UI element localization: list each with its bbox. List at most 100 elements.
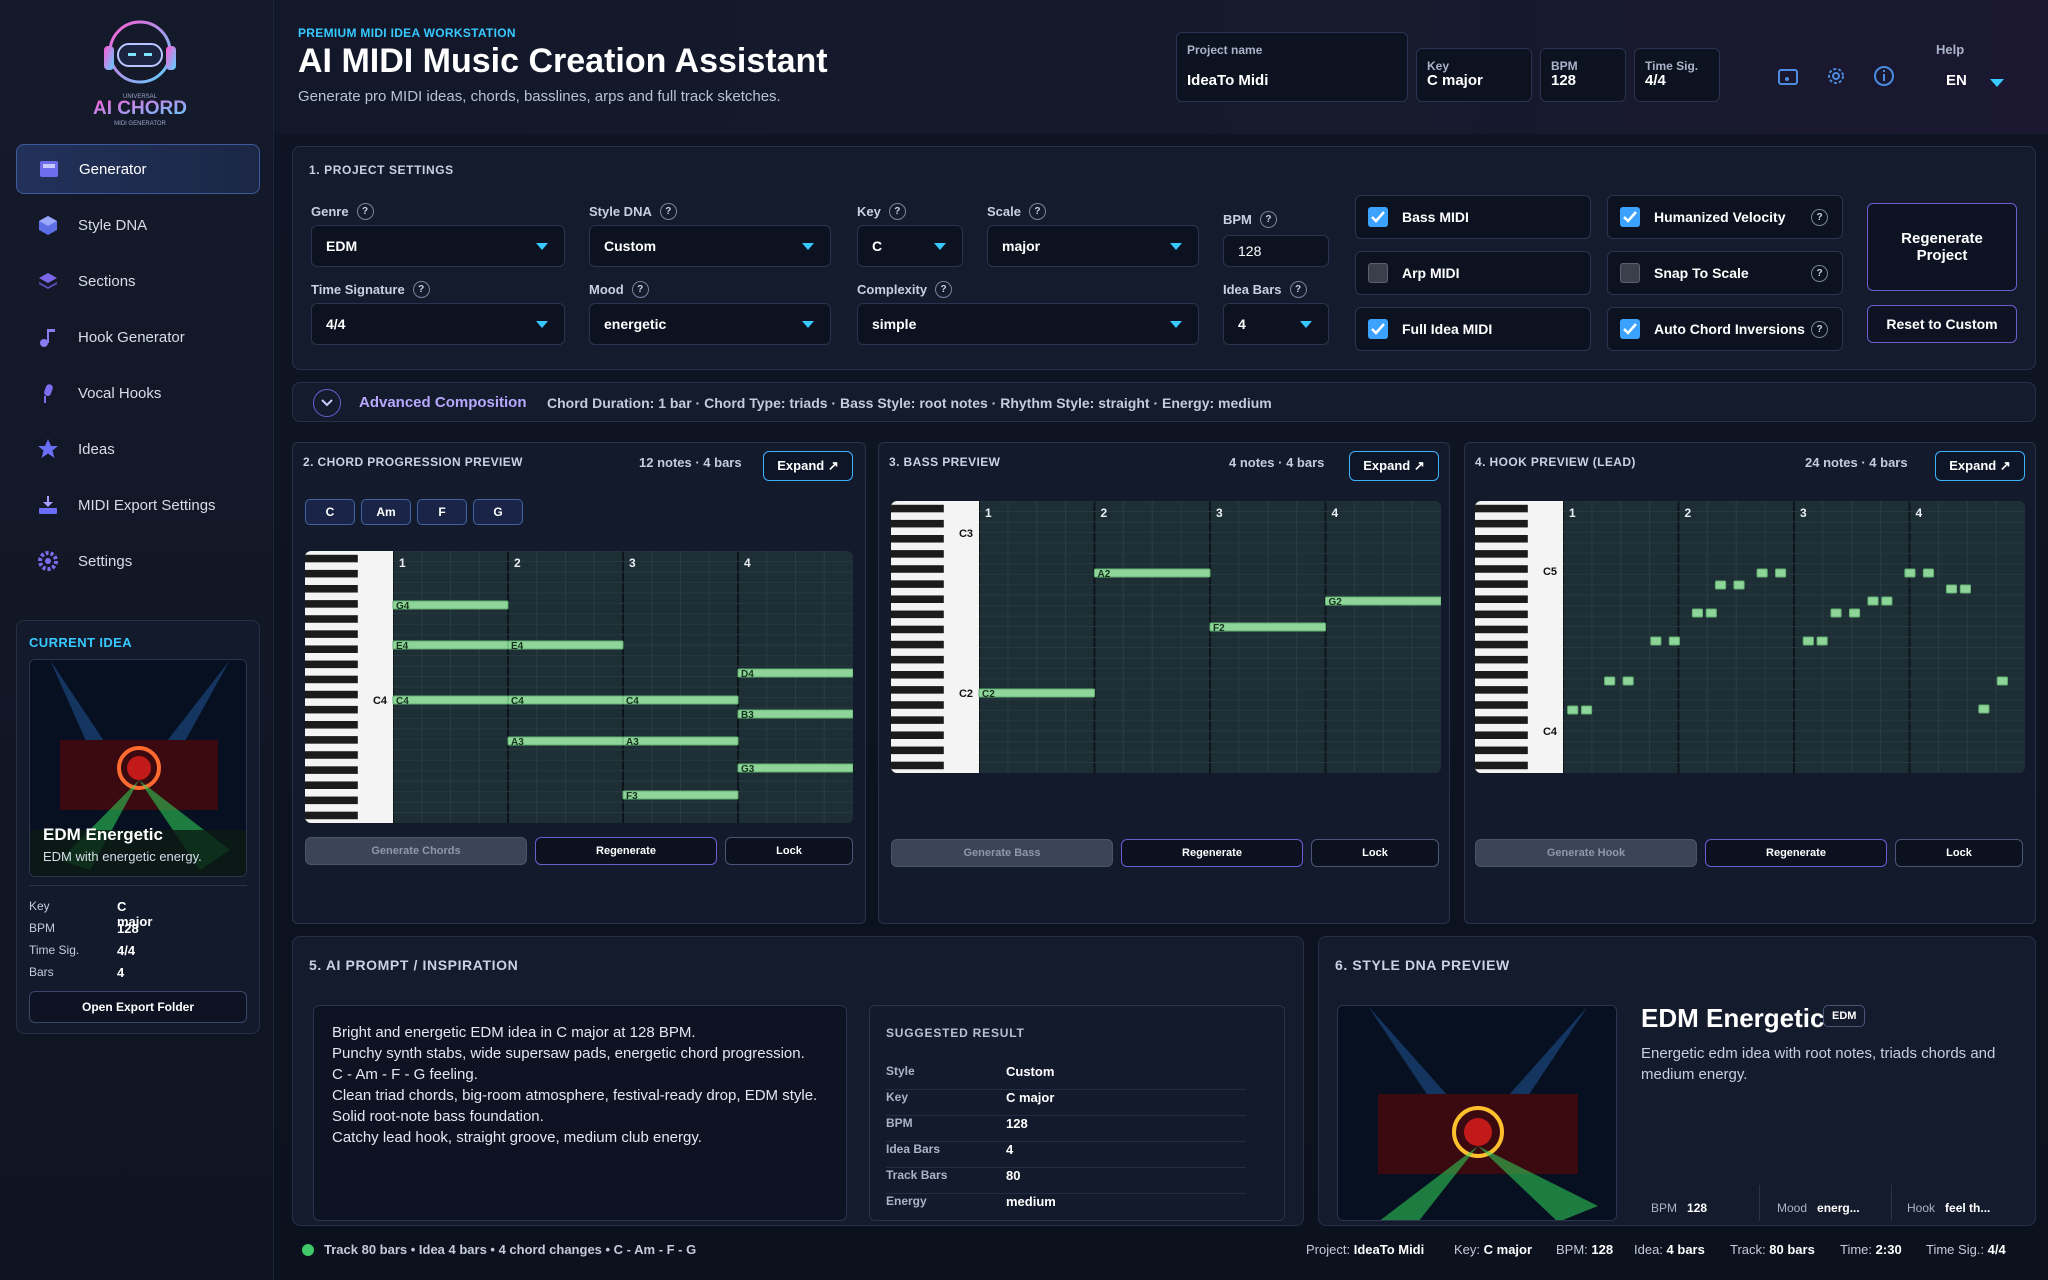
language-select[interactable]: EN [1946, 72, 1967, 89]
scale-select[interactable]: major [987, 225, 1199, 267]
reset-to-custom-button[interactable]: Reset to Custom [1867, 305, 2017, 343]
genre-select[interactable]: EDM [311, 225, 565, 267]
full-idea-midi-checkbox[interactable]: Full Idea MIDI [1355, 307, 1591, 351]
regenerate-hook-button[interactable]: Regenerate [1705, 839, 1887, 867]
header-bpm-field[interactable]: BPM 128 [1540, 48, 1626, 102]
bpm-input[interactable]: 128 [1223, 235, 1329, 267]
prompt-textarea[interactable]: Bright and energetic EDM idea in C major… [313, 1005, 847, 1221]
header-time-sig-field[interactable]: Time Sig. 4/4 [1634, 48, 1720, 102]
chord-chip-am[interactable]: Am [361, 499, 411, 525]
suggested-bpm-row: BPM 128 [886, 1116, 1246, 1142]
regenerate-chords-button[interactable]: Regenerate [535, 837, 717, 865]
help-icon[interactable]: ? [1259, 211, 1277, 228]
regenerate-project-button[interactable]: Regenerate Project [1867, 203, 2017, 291]
divider [1759, 1185, 1760, 1221]
lock-bass-button[interactable]: Lock [1311, 839, 1439, 867]
expand-hook-button[interactable]: Expand ↗ [1935, 451, 2025, 481]
octave-label: C2 [959, 688, 973, 700]
midi-note [1580, 705, 1593, 715]
chord-chip-c[interactable]: C [305, 499, 355, 525]
generate-hook-button[interactable]: Generate Hook [1475, 839, 1697, 867]
header-key-field[interactable]: Key C major [1416, 48, 1532, 102]
auto-chord-inversions-checkbox[interactable]: Auto Chord Inversions? [1607, 307, 1843, 351]
info-icon[interactable] [1872, 64, 1896, 88]
bass-midi-checkbox[interactable]: Bass MIDI [1355, 195, 1591, 239]
app-window: UNIVERSAL AI CHORD MIDI GENERATOR Genera… [0, 0, 2048, 1280]
idea-bars-select[interactable]: 4 [1223, 303, 1329, 345]
help-icon[interactable]: ? [659, 203, 677, 220]
chord-piano-roll[interactable]: 1 2 3 4 C4 G4 E4 E4 C4 C4 C4 A3 A3 D4 B3 G3 F3 [305, 551, 853, 823]
bass-piano-roll[interactable]: 1 2 3 4 C3 C2 C2 A2 F2 G2 [891, 501, 1441, 773]
sidebar-item-generator[interactable]: Generator [16, 144, 260, 194]
generate-bass-button[interactable]: Generate Bass [891, 839, 1113, 867]
chevron-down-icon[interactable] [1990, 79, 2004, 87]
lock-chords-button[interactable]: Lock [725, 837, 853, 865]
chord-chip-g[interactable]: G [473, 499, 523, 525]
divider [1891, 1185, 1892, 1221]
help-icon[interactable]: ? [631, 281, 649, 298]
sidebar-item-ideas[interactable]: Ideas [16, 424, 260, 474]
midi-note [1094, 568, 1211, 578]
hook-piano-roll[interactable]: 1 2 3 4 C5 C4 [1475, 501, 2025, 773]
advanced-composition-bar[interactable]: Advanced Composition Chord Duration: 1 b… [292, 382, 2036, 422]
midi-note-label: A3 [511, 737, 524, 748]
chevron-down-icon[interactable] [313, 389, 341, 417]
help-icon[interactable]: ? [888, 203, 906, 220]
sidebar-item-hook-generator[interactable]: Hook Generator [16, 312, 260, 362]
time-signature-select[interactable]: 4/4 [311, 303, 565, 345]
help-icon[interactable]: ? [1289, 281, 1307, 298]
help-icon[interactable]: ? [1811, 320, 1828, 338]
ai-prompt-heading: 5. AI PROMPT / INSPIRATION [309, 957, 519, 973]
chord-progression-heading: 2. CHORD PROGRESSION PREVIEW [303, 455, 523, 469]
project-name-field[interactable]: Project name IdeaTo Midi [1176, 32, 1408, 102]
sidebar-item-label: Sections [78, 272, 136, 290]
help-icon[interactable]: ? [1811, 208, 1828, 226]
folder-music-icon[interactable] [1776, 64, 1800, 88]
midi-note [1867, 596, 1879, 606]
black-key [305, 721, 358, 729]
help-icon[interactable]: ? [1811, 264, 1828, 282]
sidebar-item-sections[interactable]: Sections [16, 256, 260, 306]
snap-to-scale-checkbox[interactable]: Snap To Scale? [1607, 251, 1843, 295]
help-icon[interactable]: ? [356, 203, 374, 220]
status-time: Time: 2:30 [1840, 1242, 1902, 1257]
black-key [1475, 731, 1528, 739]
sidebar-item-label: Generator [79, 160, 147, 178]
sidebar-item-settings[interactable]: Settings [16, 536, 260, 586]
sidebar-item-vocal-hooks[interactable]: Vocal Hooks [16, 368, 260, 418]
octave-label: C4 [373, 695, 388, 707]
suggested-key-row: Key C major [886, 1090, 1246, 1116]
settings-icon[interactable] [1824, 64, 1848, 88]
lock-hook-button[interactable]: Lock [1895, 839, 2023, 867]
help-icon[interactable]: ? [412, 281, 430, 298]
help-icon[interactable]: ? [1028, 203, 1046, 220]
black-key [305, 600, 358, 608]
sidebar-item-midi-export-settings[interactable]: MIDI Export Settings [16, 480, 260, 530]
style-dna-preview-panel: 6. STYLE DNA PREVIEW EDM Energetic EDM E… [1318, 936, 2036, 1226]
expand-chords-button[interactable]: Expand ↗ [763, 451, 853, 481]
midi-note [737, 763, 853, 773]
complexity-select[interactable]: simple [857, 303, 1199, 345]
black-key [891, 595, 944, 603]
midi-note [1996, 676, 2008, 686]
suggested-idea-bars-row: Idea Bars 4 [886, 1142, 1246, 1168]
arp-midi-checkbox[interactable]: Arp MIDI [1355, 251, 1591, 295]
midi-note-label: B3 [741, 710, 754, 721]
open-export-folder-button[interactable]: Open Export Folder [29, 991, 247, 1023]
regenerate-bass-button[interactable]: Regenerate [1121, 839, 1303, 867]
generate-chords-button[interactable]: Generate Chords [305, 837, 527, 865]
black-key [305, 585, 358, 593]
project-settings-panel: 1. PROJECT SETTINGS Genre? EDM Style DNA… [292, 146, 2036, 370]
midi-note-label: G3 [741, 764, 755, 775]
chord-chip-f[interactable]: F [417, 499, 467, 525]
help-label: Help [1936, 42, 1965, 57]
sidebar-item-style-dna[interactable]: Style DNA [16, 200, 260, 250]
expand-bass-button[interactable]: Expand ↗ [1349, 451, 1439, 481]
mood-select[interactable]: energetic [589, 303, 831, 345]
style-dna-select[interactable]: Custom [589, 225, 831, 267]
black-key [1475, 504, 1528, 513]
help-icon[interactable]: ? [935, 281, 953, 298]
humanized-velocity-checkbox[interactable]: Humanized Velocity? [1607, 195, 1843, 239]
black-key [1475, 640, 1528, 649]
key-select[interactable]: C [857, 225, 963, 267]
